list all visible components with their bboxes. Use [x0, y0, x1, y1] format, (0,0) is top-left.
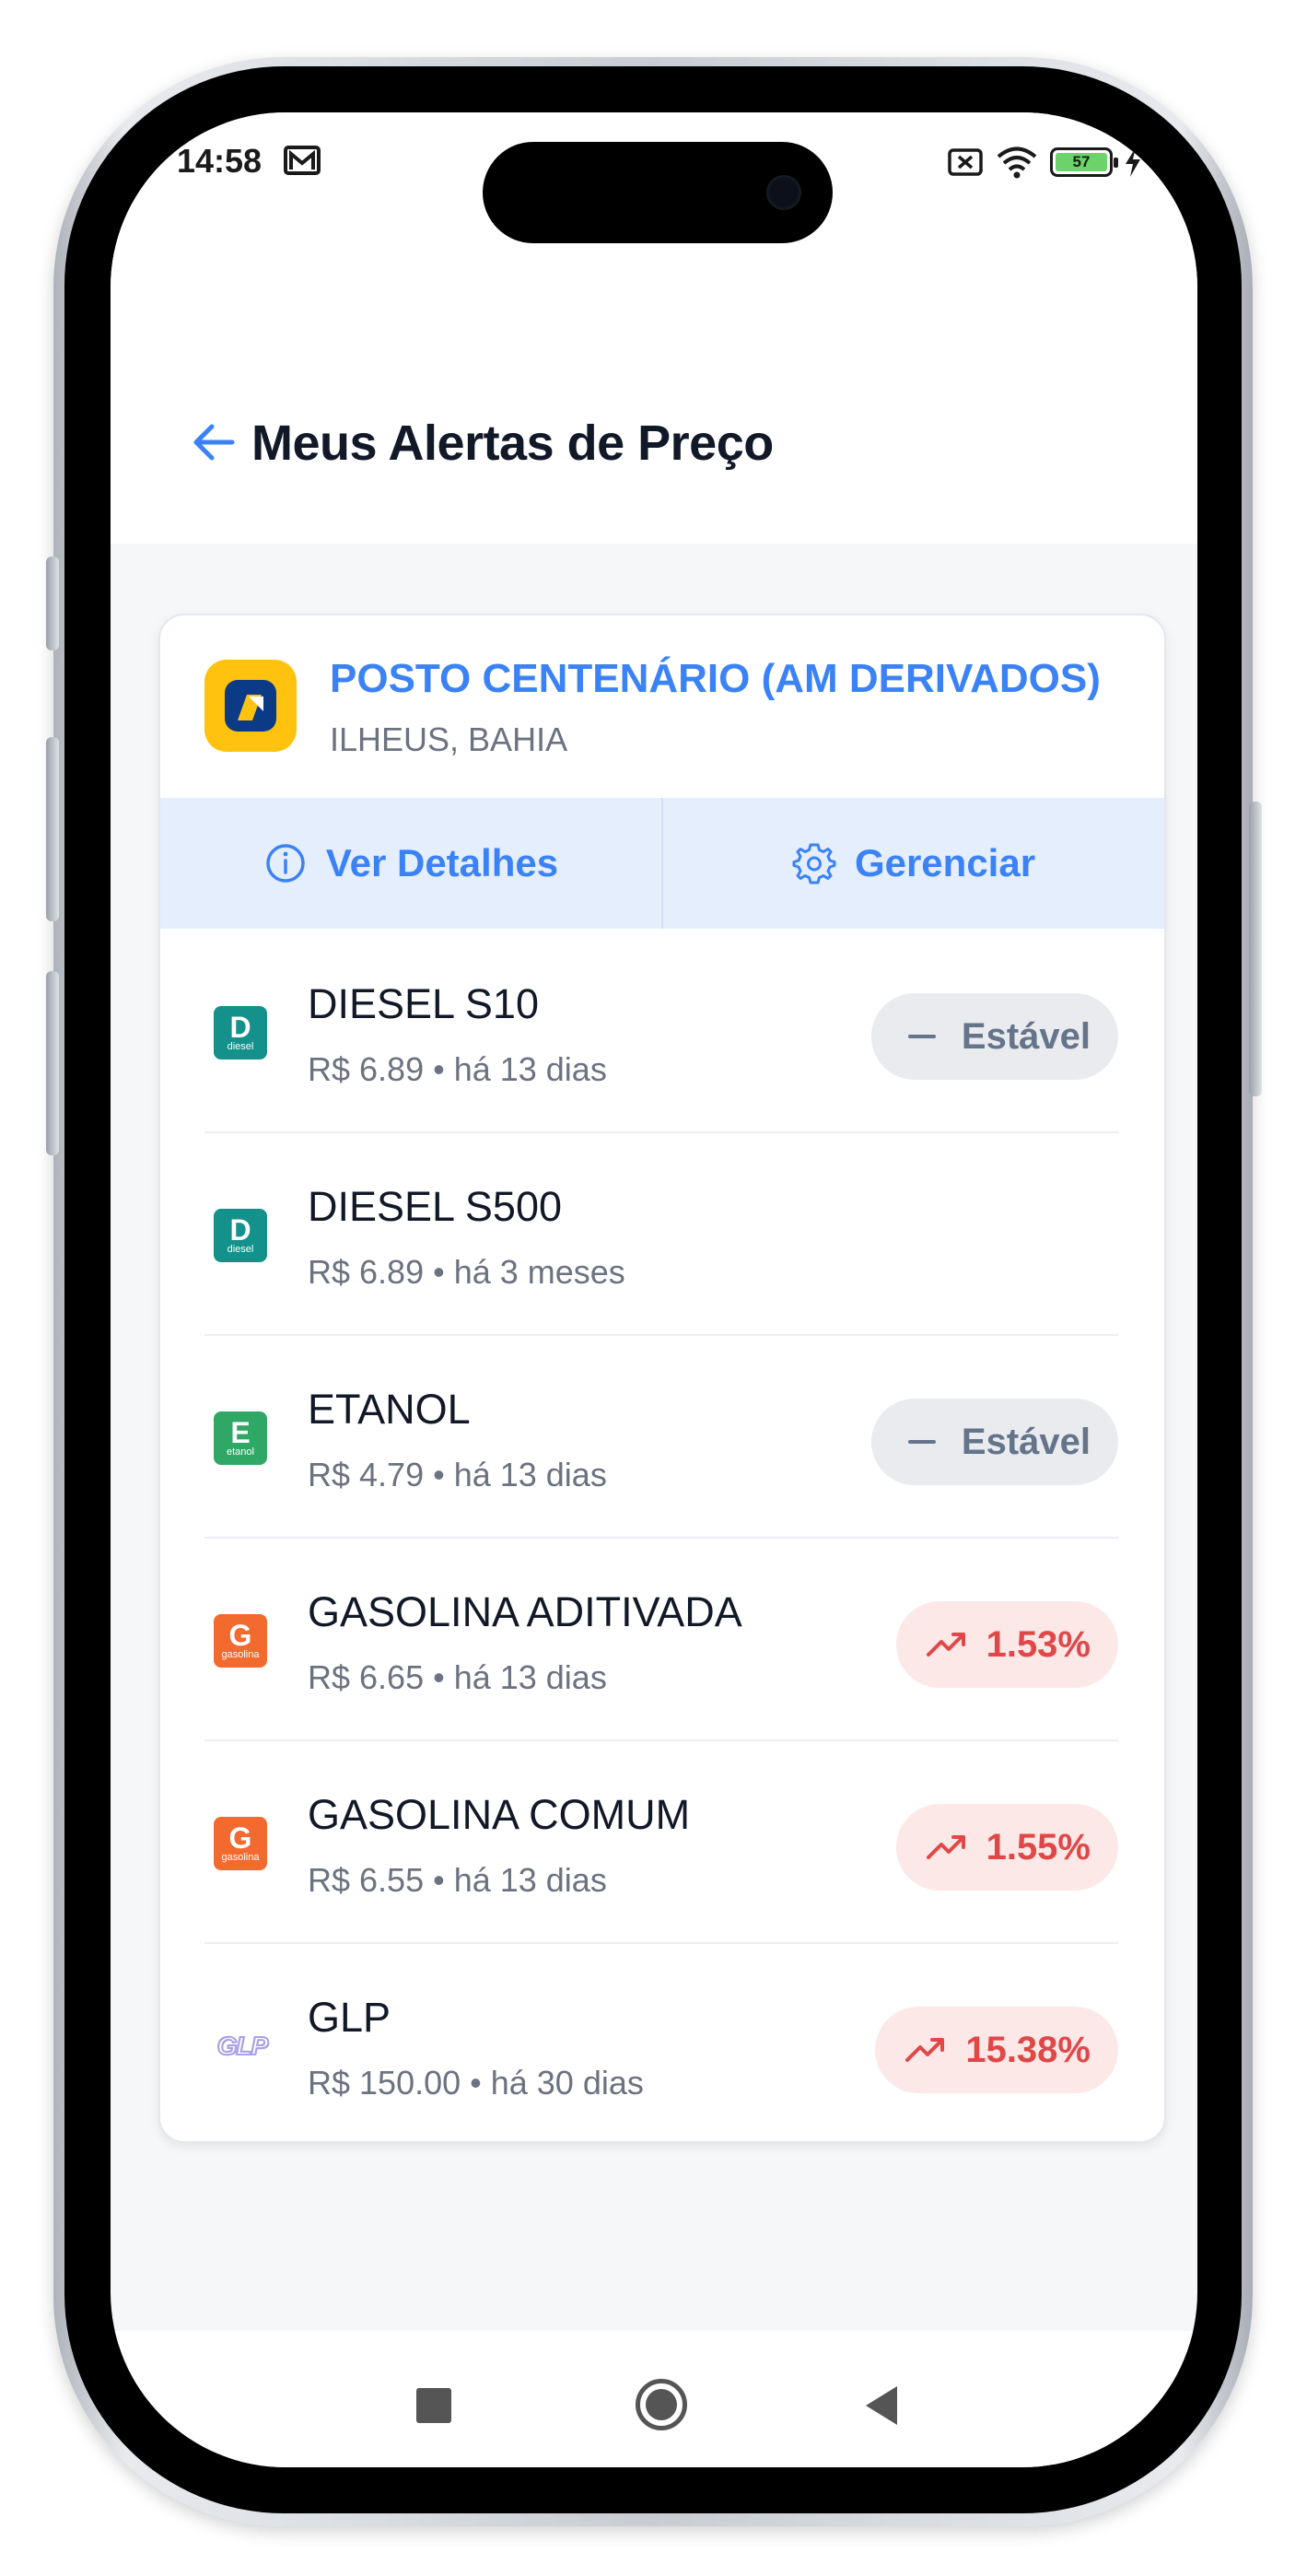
- arrow-left-icon[interactable]: [188, 416, 239, 468]
- volume-down-button: [46, 971, 59, 1155]
- trend-badge: 15.38%: [875, 2007, 1118, 2093]
- fuel-row-gasolina-comum[interactable]: G gasolina GASOLINA COMUM R$ 6.55 • há 1…: [160, 1739, 1164, 1942]
- station-name: POSTO CENTENÁRIO (AM DERIVADOS): [330, 656, 1101, 701]
- minus-icon: [907, 1035, 936, 1038]
- station-actions: Ver Detalhes Gerenciar: [160, 798, 1164, 929]
- minus-icon: [907, 1440, 936, 1444]
- diesel-icon: D diesel: [214, 1209, 267, 1262]
- manage-button[interactable]: Gerenciar: [661, 798, 1164, 929]
- fuel-price-meta: R$ 6.55 • há 13 dias: [308, 1861, 607, 1899]
- glp-icon: GLP: [216, 2032, 270, 2061]
- view-details-button[interactable]: Ver Detalhes: [160, 798, 661, 929]
- back-button[interactable]: [866, 2386, 897, 2425]
- battery-icon: 57: [1050, 147, 1118, 177]
- fuel-price-meta: R$ 4.79 • há 13 dias: [308, 1456, 607, 1493]
- fuel-row-diesel-s500[interactable]: D diesel DIESEL S500 R$ 6.89 • há 3 mese…: [160, 1131, 1164, 1334]
- recents-button[interactable]: [416, 2388, 451, 2423]
- action-button: [46, 556, 59, 650]
- power-button: [1249, 802, 1262, 1096]
- fuel-row-gasolina-aditivada[interactable]: G gasolina GASOLINA ADITIVADA R$ 6.65 • …: [160, 1537, 1164, 1739]
- charging-icon: [1126, 147, 1140, 177]
- station-logo: [204, 660, 297, 752]
- view-details-label: Ver Detalhes: [325, 841, 559, 884]
- trend-badge: 1.53%: [895, 1601, 1118, 1688]
- fuel-name: DIESEL S500: [308, 1183, 562, 1230]
- diesel-icon: D diesel: [214, 1006, 267, 1060]
- page-title: Meus Alertas de Preço: [251, 416, 774, 471]
- wifi-icon: [997, 146, 1037, 179]
- fuel-name: GLP: [308, 1994, 391, 2041]
- fuel-price-meta: R$ 6.65 • há 13 dias: [308, 1658, 607, 1696]
- fuel-list: D diesel DIESEL S10 R$ 6.89 • há 13 dias…: [160, 929, 1164, 2141]
- fuel-row-glp[interactable]: GLP GLP R$ 150.00 • há 30 dias 15.38%: [160, 1942, 1164, 2141]
- gasolina-icon: G gasolina: [214, 1817, 267, 1870]
- fuel-price-meta: R$ 150.00 • há 30 dias: [308, 2064, 644, 2102]
- navigation-bar: [111, 2331, 1197, 2467]
- screen: 14:58 57 Meus Alertas de Preço POSTO CEN…: [111, 112, 1197, 2467]
- etanol-icon: E etanol: [214, 1411, 267, 1465]
- brand-logo-icon: [225, 680, 276, 732]
- camera-icon: [766, 175, 801, 210]
- trending-up-icon: [926, 1835, 965, 1859]
- fuel-name: DIESEL S10: [308, 980, 539, 1027]
- trending-up-icon: [926, 1633, 965, 1657]
- home-button[interactable]: [636, 2379, 687, 2430]
- volume-up-button: [46, 737, 59, 921]
- page-header: Meus Alertas de Preço: [111, 306, 1197, 544]
- fuel-name: GASOLINA COMUM: [308, 1791, 691, 1838]
- fuel-row-diesel-s10[interactable]: D diesel DIESEL S10 R$ 6.89 • há 13 dias…: [160, 929, 1164, 1131]
- fuel-name: ETANOL: [308, 1386, 471, 1433]
- trend-badge: 1.55%: [895, 1804, 1118, 1891]
- trend-badge: Estável: [870, 1399, 1118, 1485]
- mail-icon: [284, 146, 321, 175]
- gasolina-icon: G gasolina: [214, 1614, 267, 1668]
- screen-cast-off-icon: [948, 148, 983, 176]
- fuel-row-etanol[interactable]: E etanol ETANOL R$ 4.79 • há 13 dias Est…: [160, 1334, 1164, 1537]
- manage-label: Gerenciar: [854, 841, 1036, 884]
- trend-badge: Estável: [870, 993, 1118, 1080]
- status-time: 14:58: [177, 142, 263, 180]
- info-icon: [266, 844, 305, 883]
- station-header[interactable]: POSTO CENTENÁRIO (AM DERIVADOS) ILHEUS, …: [160, 615, 1164, 798]
- station-location: ILHEUS, BAHIA: [330, 720, 568, 758]
- trending-up-icon: [905, 2038, 945, 2062]
- gear-icon: [792, 843, 836, 884]
- fuel-name: GASOLINA ADITIVADA: [308, 1588, 742, 1635]
- status-bar: 14:58 57: [111, 112, 1197, 306]
- station-card: POSTO CENTENÁRIO (AM DERIVADOS) ILHEUS, …: [158, 614, 1166, 2143]
- dynamic-island: [483, 142, 833, 243]
- fuel-price-meta: R$ 6.89 • há 3 meses: [308, 1253, 625, 1291]
- fuel-price-meta: R$ 6.89 • há 13 dias: [308, 1050, 607, 1088]
- battery-level: 57: [1056, 153, 1107, 171]
- status-icons: 57: [947, 144, 1142, 181]
